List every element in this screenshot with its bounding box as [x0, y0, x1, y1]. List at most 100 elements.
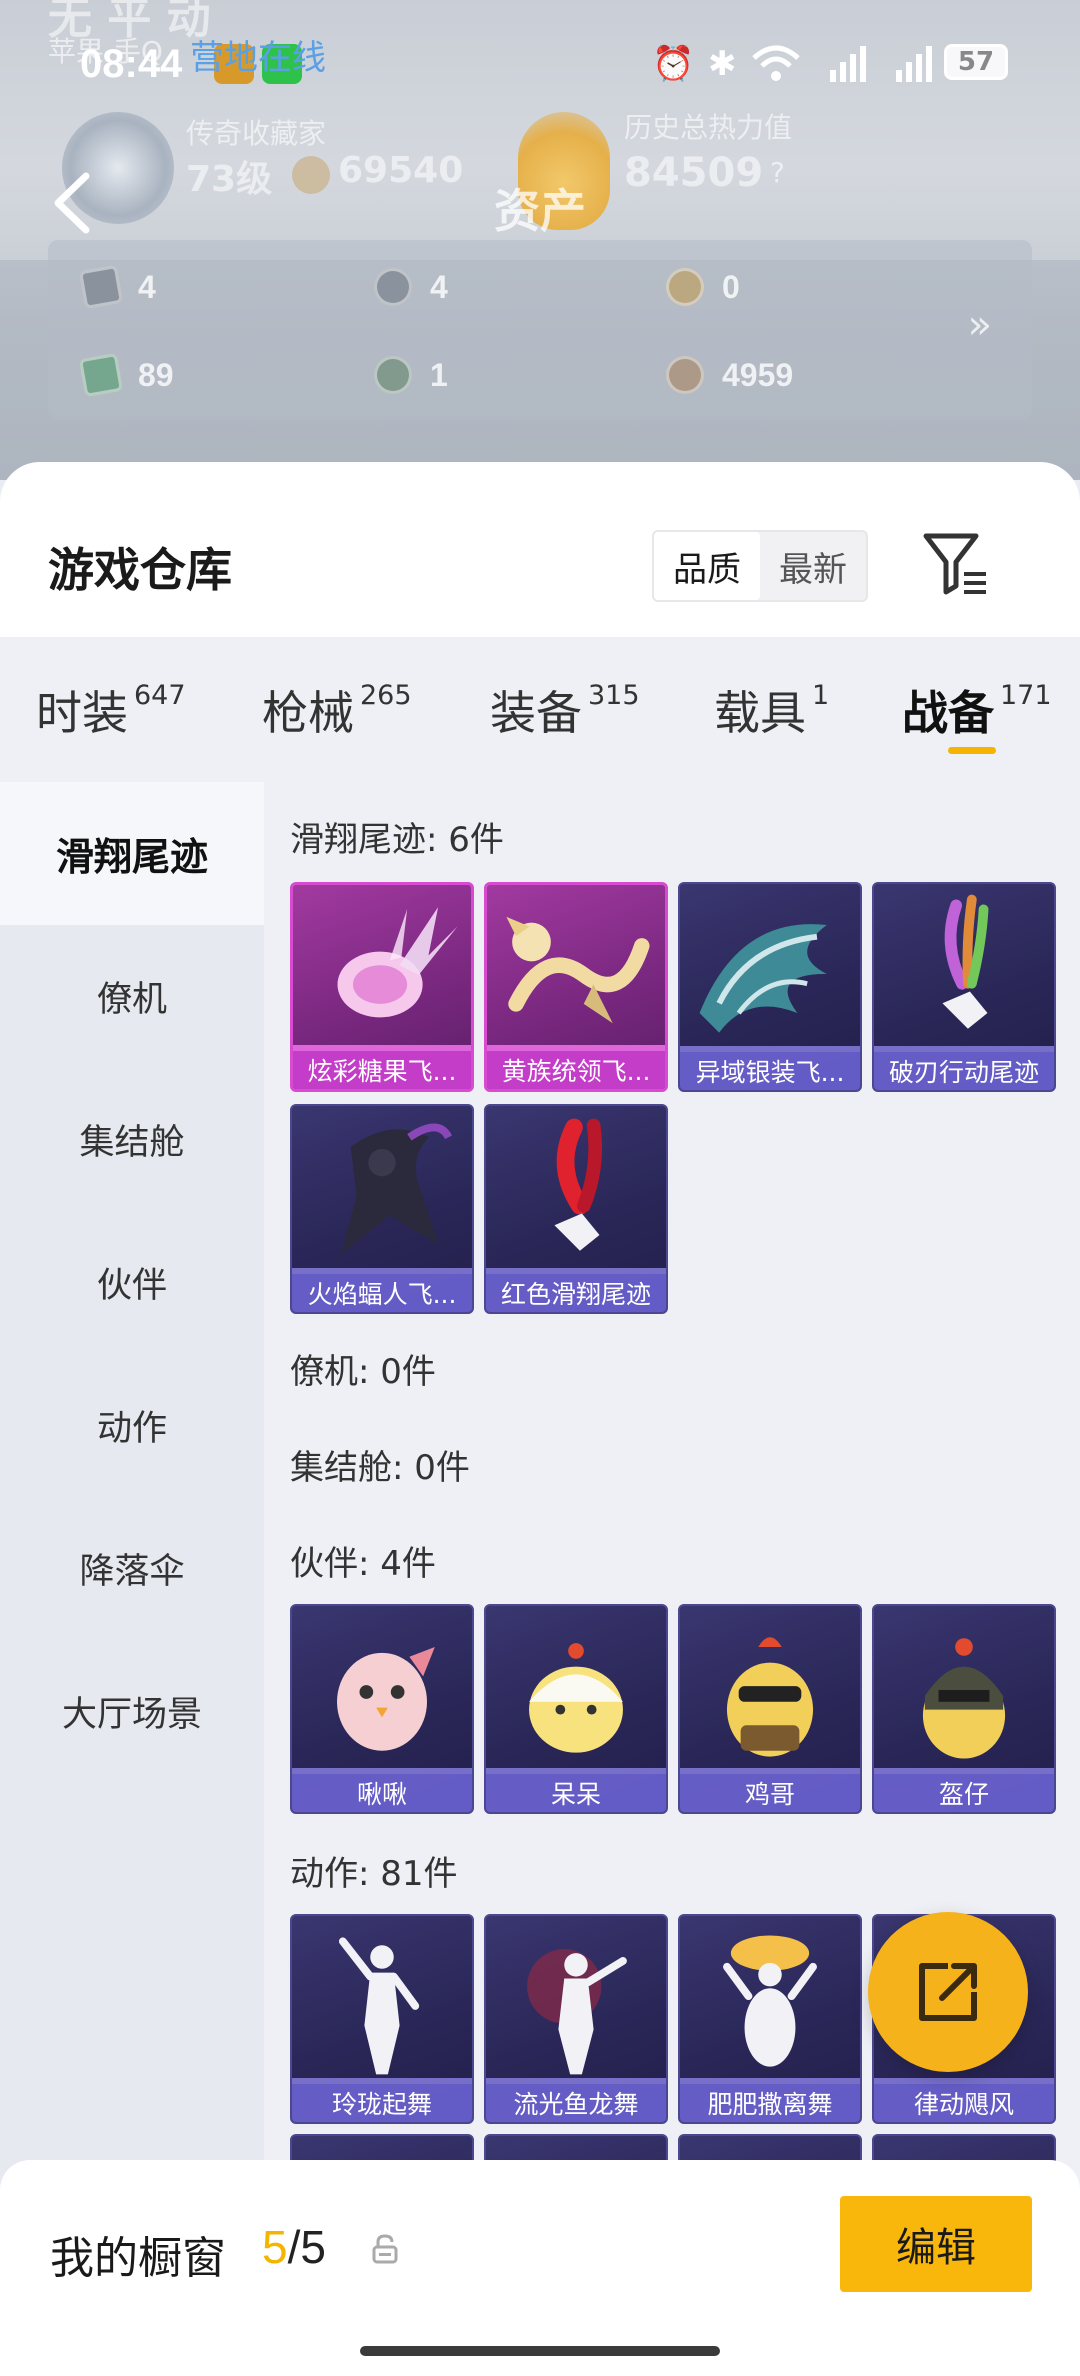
signal-5g-icon — [896, 46, 932, 82]
item-card[interactable]: 红色滑翔尾迹 — [484, 1104, 668, 1314]
batman-trail-image — [340, 1123, 453, 1255]
sidebar-item-emote[interactable]: 动作 — [0, 1354, 264, 1497]
warehouse-title: 游戏仓库 — [48, 543, 232, 597]
home-indicator[interactable] — [360, 2346, 720, 2356]
item-card[interactable]: 黄族统领飞... — [484, 882, 668, 1092]
section-header-emote: 动作: 81件 — [290, 1854, 458, 1894]
item-label: 异域银装飞... — [680, 1052, 860, 1090]
heat-label: 历史总热力值 — [624, 111, 793, 144]
jade-coin-icon — [374, 356, 412, 394]
sort-quality-button[interactable]: 品质 — [654, 532, 760, 600]
filter-icon[interactable] — [920, 528, 990, 600]
section-header-partner: 伙伴: 4件 — [290, 1544, 436, 1584]
profile-header: 无 平 动 苹果 手Q 08:44 营地在线 ⏰ ✱ 57 传奇收藏家 73级 … — [0, 0, 1080, 480]
showcase-count: 5/5 — [262, 2220, 326, 2274]
item-card[interactable]: 玲珑起舞 — [290, 1914, 474, 2124]
share-export-icon — [919, 1963, 977, 2021]
warehouse-header: 游戏仓库 品质 最新 — [0, 462, 1080, 637]
sidebar-item-trail[interactable]: 滑翔尾迹 — [0, 782, 264, 925]
sidebar-item-parachute[interactable]: 降落伞 — [0, 1497, 264, 1640]
showcase-current: 5 — [262, 2221, 288, 2273]
gold-coin-icon — [666, 268, 704, 306]
emote-dancer-image — [338, 1937, 420, 2075]
status-time: 08:44 — [80, 42, 183, 86]
item-label: 流光鱼龙舞 — [486, 2084, 666, 2122]
card-icon — [78, 264, 124, 310]
tab-tactical[interactable]: 战备 171 — [902, 637, 1052, 782]
collector-label: 传奇收藏家 — [186, 117, 327, 150]
signal-5g-icon — [830, 46, 866, 82]
status-bar: 08:44 营地在线 ⏰ ✱ 57 — [0, 30, 1080, 100]
tab-equipment[interactable]: 装备 315 — [490, 637, 640, 782]
sidebar-item-partner[interactable]: 伙伴 — [0, 1211, 264, 1354]
item-label: 玲珑起舞 — [292, 2084, 472, 2122]
showcase-max: 5 — [300, 2221, 326, 2273]
asset-item: 89 — [78, 352, 174, 398]
emote-fat-dance-image — [723, 1935, 817, 2067]
asset-item: 0 — [666, 268, 740, 306]
asset-item: 1 — [374, 356, 448, 394]
share-button[interactable] — [868, 1912, 1028, 2072]
tab-fashion[interactable]: 时装 647 — [36, 637, 186, 782]
sidebar-item-pod[interactable]: 集结舱 — [0, 1068, 264, 1211]
asset-item: 4 — [78, 264, 156, 310]
asset-item: 4 — [374, 268, 448, 306]
tab-vehicles[interactable]: 载具 1 — [714, 637, 829, 782]
emote-fishdragon-image — [527, 1949, 627, 2075]
battery-icon: 57 — [944, 44, 1008, 80]
partner-jiujiu-image — [337, 1647, 435, 1751]
item-label: 破刃行动尾迹 — [874, 1052, 1054, 1090]
item-card[interactable]: 盔仔 — [872, 1604, 1056, 1814]
item-card[interactable]: 火焰蝠人飞... — [290, 1104, 474, 1314]
item-label: 啾啾 — [292, 1774, 472, 1812]
item-card[interactable]: 鸡哥 — [678, 1604, 862, 1814]
item-card[interactable]: 异域银装飞... — [678, 882, 862, 1092]
showcase-label: 我的橱窗 — [50, 2233, 226, 2284]
lock-icon — [372, 2234, 398, 2264]
item-card[interactable]: 炫彩糖果飞... — [290, 882, 474, 1092]
silver-coin-icon — [374, 268, 412, 306]
alarm-icon: ⏰ — [652, 44, 695, 84]
green-card-icon — [78, 352, 124, 398]
wifi-icon — [752, 45, 800, 81]
item-card[interactable]: 流光鱼龙舞 — [484, 1914, 668, 2124]
blade-trail-image — [942, 894, 989, 1029]
partner-daidai-image — [529, 1643, 623, 1753]
item-label: 律动飓风 — [874, 2084, 1054, 2122]
category-tabs: 时装 647 枪械 265 装备 315 载具 1 战备 171 — [0, 637, 1080, 782]
sort-newest-button[interactable]: 最新 — [760, 532, 866, 600]
item-label: 肥肥撒离舞 — [680, 2084, 860, 2122]
partner-kuizai-image — [922, 1638, 1006, 1759]
sidebar-item-lobby-scene[interactable]: 大厅场景 — [0, 1640, 264, 1783]
online-status: 营地在线 — [190, 38, 326, 78]
section-header-pod: 集结舱: 0件 — [290, 1448, 470, 1488]
item-card[interactable]: 破刃行动尾迹 — [872, 882, 1056, 1092]
section-header-wingman: 僚机: 0件 — [290, 1352, 436, 1392]
item-card[interactable]: 呆呆 — [484, 1604, 668, 1814]
item-label: 红色滑翔尾迹 — [486, 1274, 666, 1312]
asset-item: 4959 — [666, 356, 793, 394]
item-label: 黄族统领飞... — [487, 1051, 665, 1089]
asset-summary-card[interactable]: 4 4 0 89 1 4959 » — [48, 240, 1032, 420]
partner-jige-image — [726, 1637, 814, 1757]
active-tab-indicator — [948, 747, 996, 754]
item-card[interactable]: 肥肥撒离舞 — [678, 1914, 862, 2124]
more-assets-icon[interactable]: » — [968, 302, 992, 348]
tab-weapons[interactable]: 枪械 265 — [262, 637, 412, 782]
section-header-trail: 滑翔尾迹: 6件 — [290, 820, 504, 860]
item-label: 炫彩糖果飞... — [293, 1051, 471, 1089]
item-label: 盔仔 — [874, 1774, 1054, 1812]
sort-toggle: 品质 最新 — [652, 530, 868, 602]
dragon-trail-image — [506, 916, 650, 1024]
subcategory-sidebar: 滑翔尾迹 僚机 集结舱 伙伴 动作 降落伞 大厅场景 — [0, 782, 264, 2222]
edit-button[interactable]: 编辑 — [840, 2196, 1032, 2292]
item-label: 火焰蝠人飞... — [292, 1274, 472, 1312]
bronze-coin-icon — [666, 356, 704, 394]
item-label: 呆呆 — [486, 1774, 666, 1812]
showcase-separator: / — [287, 2221, 301, 2273]
bluetooth-icon: ✱ — [708, 44, 737, 84]
showcase-bar: 我的橱窗 5/5 编辑 — [0, 2160, 1080, 2376]
item-card[interactable]: 啾啾 — [290, 1604, 474, 1814]
silver-trail-image — [699, 924, 827, 1033]
sidebar-item-wingman[interactable]: 僚机 — [0, 925, 264, 1068]
